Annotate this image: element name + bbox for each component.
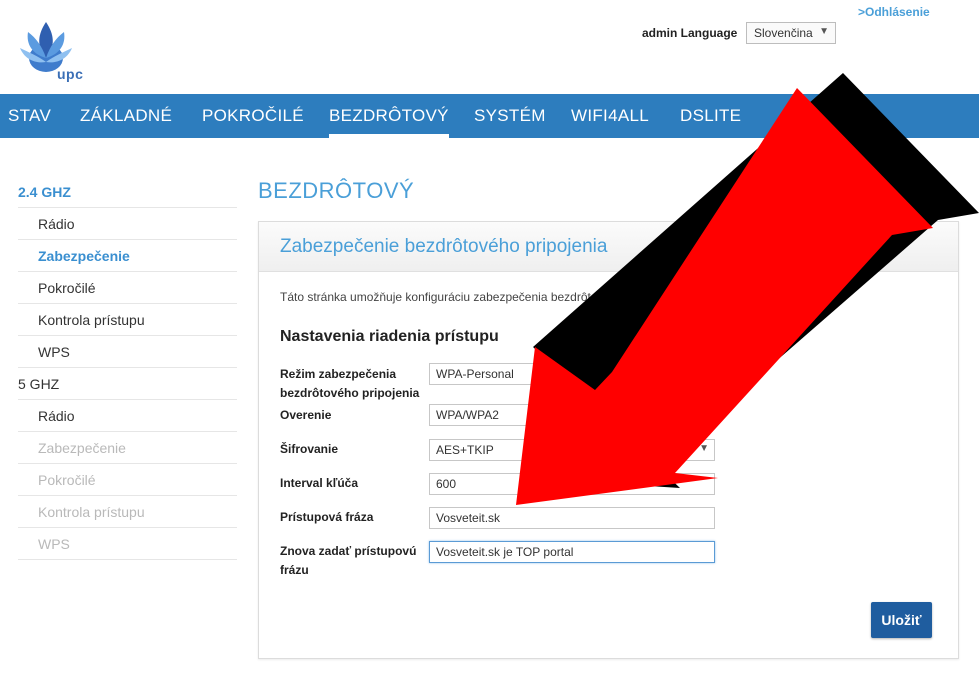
- panel-header: Zabezpečenie bezdrôtového pripojenia: [259, 222, 958, 272]
- nav-dslite[interactable]: DSLITE: [680, 94, 741, 138]
- sidebar-item-24-radio[interactable]: Rádio: [18, 209, 237, 240]
- nav-wifi4all[interactable]: WIFI4ALL: [571, 94, 649, 138]
- logout-link[interactable]: >Odhlásenie: [858, 5, 930, 19]
- dropdown-arrow-icon: ▼: [819, 26, 829, 37]
- panel-title: Zabezpečenie bezdrôtového pripojenia: [280, 236, 608, 257]
- sidebar-item-5-wps: WPS: [18, 529, 237, 560]
- sidebar-item-5-security: Zabezpečenie: [18, 433, 237, 464]
- panel-description: Táto stránka umožňuje konfiguráciu zabez…: [280, 290, 641, 304]
- page-title: BEZDRÔTOVÝ: [258, 178, 415, 203]
- save-button[interactable]: Uložiť: [871, 602, 932, 638]
- language-value: Slovenčina: [754, 26, 813, 40]
- dropdown-arrow-icon: ▼: [699, 408, 709, 419]
- authentication-select[interactable]: WPA/WPA2 ▼: [429, 404, 715, 426]
- authentication-label: Overenie: [280, 408, 332, 422]
- logo-text: upc: [57, 66, 84, 82]
- passphrase-label: Prístupová fráza: [280, 510, 374, 524]
- passphrase-input[interactable]: Vosveteit.sk: [429, 507, 715, 529]
- sidebar-item-24-security[interactable]: Zabezpečenie: [18, 241, 237, 272]
- dropdown-arrow-icon: ▼: [699, 443, 709, 454]
- language-select[interactable]: Slovenčina ▼: [746, 22, 836, 44]
- sidebar-group-5ghz[interactable]: 5 GHZ: [18, 369, 237, 400]
- nav-pokrocile[interactable]: POKROČILÉ: [202, 94, 304, 138]
- sidebar-item-24-access-control[interactable]: Kontrola prístupu: [18, 305, 237, 336]
- sidebar-item-5-radio[interactable]: Rádio: [18, 401, 237, 432]
- encryption-label: Šifrovanie: [280, 442, 339, 456]
- language-label: admin Language: [642, 26, 738, 40]
- nav-system[interactable]: SYSTÉM: [474, 94, 546, 138]
- nav-bezdrotovy[interactable]: BEZDRÔTOVÝ: [329, 94, 449, 138]
- nav-stav[interactable]: STAV: [8, 94, 51, 138]
- nav-zakladne[interactable]: ZÁKLADNÉ: [80, 94, 172, 138]
- key-interval-label: Interval kľúča: [280, 476, 358, 490]
- security-panel: Zabezpečenie bezdrôtového pripojenia Tát…: [258, 221, 959, 659]
- dropdown-arrow-icon: ▼: [699, 367, 709, 378]
- sidebar-item-24-advanced[interactable]: Pokročilé: [18, 273, 237, 304]
- sidebar-item-5-advanced: Pokročilé: [18, 465, 237, 496]
- security-mode-select[interactable]: WPA-Personal ▼: [429, 363, 715, 385]
- security-mode-label: Režim zabezpečenia bezdrôtového pripojen…: [280, 367, 420, 400]
- section-title: Nastavenia riadenia prístupu: [280, 328, 499, 345]
- sidebar-group-24ghz[interactable]: 2.4 GHZ: [18, 177, 237, 208]
- main-nav: STAV ZÁKLADNÉ POKROČILÉ BEZDRÔTOVÝ SYSTÉ…: [0, 94, 979, 138]
- sidebar-item-24-wps[interactable]: WPS: [18, 337, 237, 368]
- confirm-passphrase-label: Znova zadať prístupovú frázu: [280, 544, 417, 577]
- confirm-passphrase-input[interactable]: Vosveteit.sk je TOP portal: [429, 541, 715, 563]
- encryption-select[interactable]: AES+TKIP ▼: [429, 439, 715, 461]
- sidebar-item-5-access-control: Kontrola prístupu: [18, 497, 237, 528]
- key-interval-input[interactable]: 600: [429, 473, 715, 495]
